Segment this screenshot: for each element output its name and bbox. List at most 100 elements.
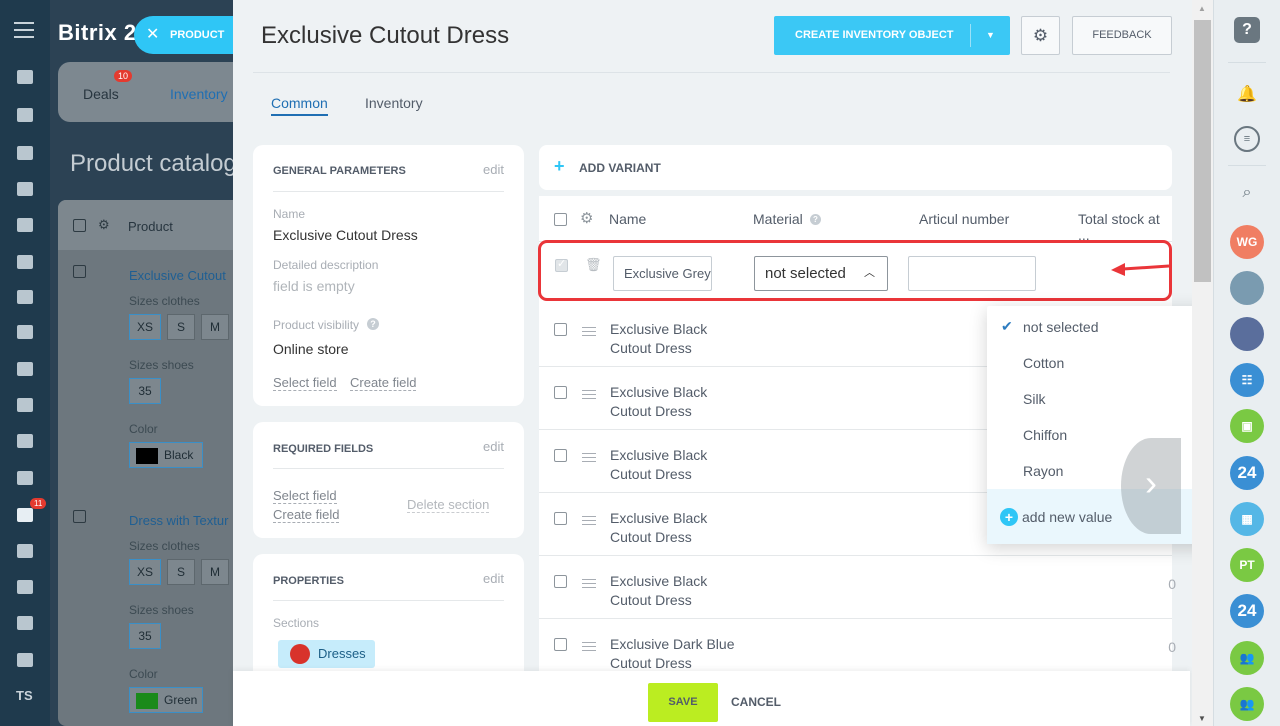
product-name[interactable]: Exclusive Cutout bbox=[129, 268, 226, 283]
row-checkbox[interactable] bbox=[554, 323, 567, 336]
inbox-icon[interactable] bbox=[17, 325, 33, 339]
articul-number-input[interactable] bbox=[908, 256, 1036, 291]
size-chip[interactable]: M bbox=[201, 314, 229, 340]
chat-icon[interactable] bbox=[17, 146, 33, 160]
avatar-photo[interactable] bbox=[1230, 317, 1264, 351]
robot-icon[interactable] bbox=[17, 290, 33, 304]
gear-icon[interactable]: ⚙ bbox=[98, 217, 110, 233]
drag-handle-icon[interactable] bbox=[582, 327, 596, 336]
row-checkbox[interactable] bbox=[554, 386, 567, 399]
table-row[interactable]: Exclusive Black Cutout Dress 0 bbox=[539, 556, 1176, 619]
save-button[interactable]: SAVE bbox=[648, 683, 718, 722]
shoe-chip[interactable]: 35 bbox=[129, 623, 161, 649]
users-icon[interactable]: 👥 bbox=[1230, 687, 1264, 721]
edit-link[interactable]: edit bbox=[483, 439, 504, 454]
create-inventory-object-button[interactable]: CREATE INVENTORY OBJECT ▼ bbox=[774, 16, 1010, 55]
trash-icon[interactable]: 🗑 bbox=[585, 257, 602, 272]
gear-icon[interactable]: ⚙ bbox=[580, 209, 593, 227]
user-initials[interactable]: TS bbox=[16, 688, 33, 703]
select-all-checkbox[interactable] bbox=[554, 213, 567, 226]
drag-handle-icon[interactable] bbox=[582, 453, 596, 462]
tab-deals[interactable]: Deals bbox=[83, 86, 119, 102]
row-checkbox[interactable] bbox=[73, 265, 86, 278]
dropdown-option[interactable]: Cotton bbox=[1023, 355, 1064, 371]
add-variant-button[interactable]: + ADD VARIANT bbox=[539, 145, 1172, 190]
size-chip[interactable]: M bbox=[201, 559, 229, 585]
edit-link[interactable]: edit bbox=[483, 162, 504, 177]
dropdown-option[interactable]: Rayon bbox=[1023, 463, 1063, 479]
select-field-link[interactable]: Select field bbox=[273, 488, 337, 504]
size-chip[interactable]: S bbox=[167, 559, 195, 585]
sign-icon[interactable] bbox=[17, 255, 33, 269]
delete-section-link[interactable]: Delete section bbox=[407, 497, 490, 513]
scroll-down-icon[interactable]: ▼ bbox=[1198, 714, 1206, 723]
channel-icon[interactable]: ▣ bbox=[1230, 409, 1264, 443]
close-icon[interactable]: ✕ bbox=[146, 16, 159, 54]
avatar-photo[interactable] bbox=[1230, 271, 1264, 305]
edit-link[interactable]: edit bbox=[483, 571, 504, 586]
menu-icon[interactable] bbox=[14, 22, 34, 38]
group-chat-icon[interactable]: ☷ bbox=[1230, 363, 1264, 397]
color-chip[interactable]: Black bbox=[129, 442, 203, 468]
row-checkbox-checked[interactable]: ✓ bbox=[555, 258, 568, 272]
feed-icon[interactable] bbox=[17, 70, 33, 84]
checklist-icon[interactable] bbox=[17, 434, 33, 448]
drag-handle-icon[interactable] bbox=[582, 516, 596, 525]
size-chip[interactable]: XS bbox=[129, 314, 161, 340]
dropdown-option[interactable]: Chiffon bbox=[1023, 427, 1067, 443]
crm-filter-icon[interactable] bbox=[17, 508, 33, 522]
tab-inventory[interactable]: Inventory bbox=[365, 95, 423, 111]
row-checkbox[interactable] bbox=[554, 512, 567, 525]
select-field-link[interactable]: Select field bbox=[273, 375, 337, 391]
section-tag[interactable]: Dresses bbox=[278, 640, 375, 668]
mail-icon[interactable] bbox=[17, 398, 33, 412]
tab-common[interactable]: Common bbox=[271, 95, 328, 116]
avatar[interactable]: PT bbox=[1230, 548, 1264, 582]
row-checkbox[interactable] bbox=[554, 449, 567, 462]
help-icon[interactable]: ? bbox=[810, 214, 821, 225]
bitrix24-icon[interactable]: 24 bbox=[1230, 456, 1264, 490]
box-icon-2[interactable] bbox=[17, 653, 33, 667]
scroll-thumb[interactable] bbox=[1194, 20, 1211, 282]
scroll-up-icon[interactable]: ▲ bbox=[1198, 4, 1206, 13]
search-icon[interactable]: ⌕ bbox=[1234, 180, 1260, 206]
chevron-down-icon[interactable]: ▼ bbox=[986, 16, 995, 55]
create-field-link[interactable]: Create field bbox=[273, 507, 340, 523]
avatar[interactable]: WG bbox=[1230, 225, 1264, 259]
chevron-right-icon[interactable]: › bbox=[1121, 438, 1181, 534]
cart-icon[interactable] bbox=[17, 471, 33, 485]
row-checkbox[interactable] bbox=[73, 510, 86, 523]
color-chip[interactable]: Green bbox=[129, 687, 203, 713]
tab-inventory[interactable]: Inventory bbox=[170, 86, 228, 102]
row-checkbox[interactable] bbox=[554, 638, 567, 651]
chevron-up-icon[interactable]: ︿ bbox=[864, 257, 875, 290]
page-scrollbar[interactable]: ▲ ▼ bbox=[1192, 0, 1213, 726]
create-field-link[interactable]: Create field bbox=[350, 375, 417, 391]
box-icon[interactable] bbox=[17, 616, 33, 630]
variant-name-input[interactable]: Exclusive Grey bbox=[613, 256, 712, 291]
dropdown-option[interactable]: not selected bbox=[1023, 319, 1099, 335]
add-new-value-button[interactable]: + add new value bbox=[987, 489, 1217, 544]
calendar-icon[interactable]: ▦ bbox=[1230, 502, 1264, 536]
product-name[interactable]: Dress with Textur bbox=[129, 513, 228, 528]
calendar-icon[interactable] bbox=[17, 182, 33, 196]
drag-handle-icon[interactable] bbox=[582, 642, 596, 651]
id-card-icon[interactable] bbox=[17, 580, 33, 594]
material-select[interactable]: not selected ︿ bbox=[754, 256, 888, 291]
select-all-checkbox[interactable] bbox=[73, 219, 86, 232]
size-chip[interactable]: S bbox=[167, 314, 195, 340]
target-icon[interactable] bbox=[17, 544, 33, 558]
bitrix24-icon[interactable]: 24 bbox=[1230, 594, 1264, 628]
drag-handle-icon[interactable] bbox=[582, 390, 596, 399]
bell-icon[interactable]: 🔔 bbox=[1234, 82, 1260, 108]
document-icon[interactable] bbox=[17, 218, 33, 232]
feedback-button[interactable]: FEEDBACK bbox=[1072, 16, 1172, 55]
size-chip[interactable]: XS bbox=[129, 559, 161, 585]
dropdown-option[interactable]: Silk bbox=[1023, 391, 1046, 407]
row-checkbox[interactable] bbox=[554, 575, 567, 588]
tasks-icon[interactable] bbox=[17, 108, 33, 122]
drag-handle-icon[interactable] bbox=[582, 579, 596, 588]
shoe-chip[interactable]: 35 bbox=[129, 378, 161, 404]
users-icon[interactable]: 👥 bbox=[1230, 641, 1264, 675]
settings-gear-icon[interactable]: ⚙ bbox=[1021, 16, 1060, 55]
